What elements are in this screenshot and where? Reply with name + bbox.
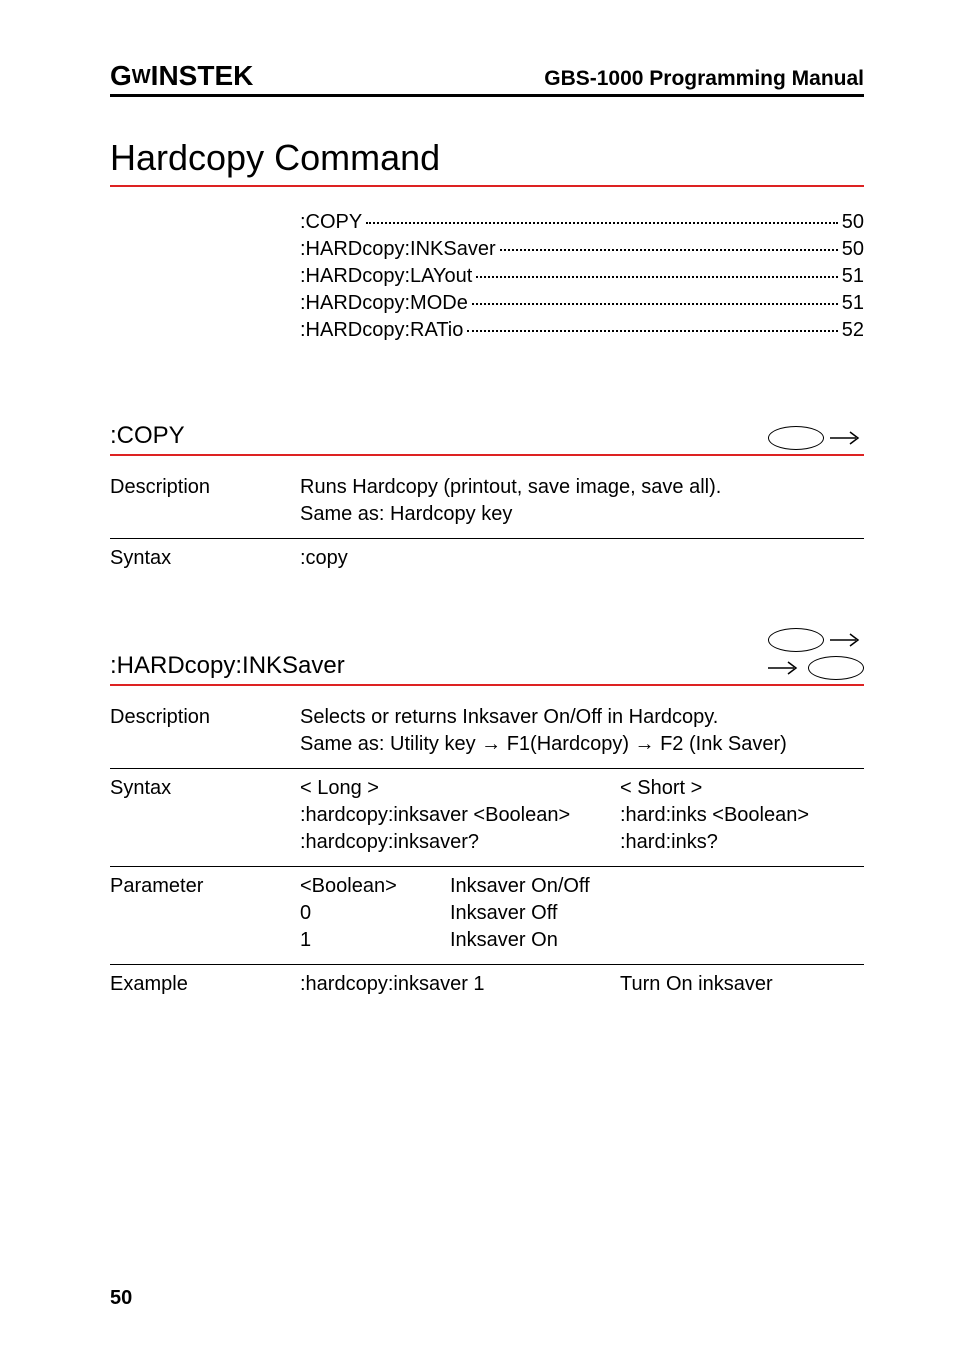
arrow-right-icon (830, 426, 864, 450)
table-of-contents: :COPY 50 :HARDcopy:INKSaver 50 :HARDcopy… (300, 211, 864, 342)
row-body: :hardcopy:inksaver 1 Turn On inksaver (300, 973, 864, 996)
row-label: Syntax (110, 547, 300, 570)
syntax-header-row: < Long > < Short > (300, 777, 864, 800)
command-header: :HARDcopy:INKSaver (110, 628, 864, 686)
command-copy: :COPY Description Runs Hardcopy (printou… (110, 422, 864, 578)
toc-label: :HARDcopy:INKSaver (300, 238, 496, 261)
toc-label: :HARDcopy:RATio (300, 319, 463, 342)
manual-title: GBS-1000 Programming Manual (544, 67, 864, 91)
param-line: 1 Inksaver On (300, 929, 864, 952)
param-val: Inksaver Off (450, 902, 864, 925)
desc-text: Selects or returns Inksaver On/Off in Ha… (300, 706, 864, 729)
toc-row: :HARDcopy:MODe 51 (300, 292, 864, 315)
arrow-right-icon (768, 656, 802, 680)
syntax-query-row: :hardcopy:inksaver? :hard:inks? (300, 831, 864, 854)
description-row: Description Runs Hardcopy (printout, sav… (110, 468, 864, 539)
page-number: 50 (110, 1287, 132, 1310)
brand-logo: GWINSTEK (110, 60, 253, 92)
desc-text: Same as: Hardcopy key (300, 503, 864, 526)
param-key: <Boolean> (300, 875, 450, 898)
row-body: Runs Hardcopy (printout, save image, sav… (300, 476, 864, 530)
toc-label: :COPY (300, 211, 362, 234)
toc-page: 51 (842, 265, 864, 288)
command-name: :HARDcopy:INKSaver (110, 652, 345, 680)
toc-page: 52 (842, 319, 864, 342)
row-label: Example (110, 973, 300, 996)
section-title: Hardcopy Command (110, 137, 864, 187)
toc-row: :HARDcopy:INKSaver 50 (300, 238, 864, 261)
long-header: < Long > (300, 777, 620, 800)
set-glyph (768, 426, 864, 450)
command-glyphs (768, 426, 864, 450)
row-body: < Long > < Short > :hardcopy:inksaver <B… (300, 777, 864, 858)
param-line: 0 Inksaver Off (300, 902, 864, 925)
oval-icon (768, 426, 824, 450)
row-body: :copy (300, 547, 864, 570)
example-cmd: :hardcopy:inksaver 1 (300, 973, 620, 996)
oval-icon (768, 628, 824, 652)
set-glyph (768, 628, 864, 652)
desc-text: Same as: Utility key → F1(Hardcopy) → F2… (300, 733, 864, 756)
parameter-row: Parameter <Boolean> Inksaver On/Off 0 In… (110, 867, 864, 965)
row-label: Parameter (110, 875, 300, 956)
logo-w: W (132, 66, 151, 88)
param-val: Inksaver On (450, 929, 864, 952)
row-label: Syntax (110, 777, 300, 858)
toc-page: 51 (842, 292, 864, 315)
toc-row: :COPY 50 (300, 211, 864, 234)
param-key: 1 (300, 929, 450, 952)
toc-label: :HARDcopy:LAYout (300, 265, 472, 288)
short-syntax: :hard:inks? (620, 831, 864, 854)
toc-dots (467, 330, 837, 332)
command-glyphs (768, 628, 864, 680)
page-header: GWINSTEK GBS-1000 Programming Manual (110, 60, 864, 97)
command-name: :COPY (110, 422, 185, 450)
command-inksaver: :HARDcopy:INKSaver Description Selects o… (110, 628, 864, 1004)
row-body: <Boolean> Inksaver On/Off 0 Inksaver Off… (300, 875, 864, 956)
example-row: Example :hardcopy:inksaver 1 Turn On ink… (110, 965, 864, 1004)
param-key: 0 (300, 902, 450, 925)
toc-dots (366, 222, 838, 224)
toc-row: :HARDcopy:RATio 52 (300, 319, 864, 342)
toc-dots (472, 303, 838, 305)
toc-label: :HARDcopy:MODe (300, 292, 468, 315)
long-syntax: :hardcopy:inksaver <Boolean> (300, 804, 620, 827)
example-line: :hardcopy:inksaver 1 Turn On inksaver (300, 973, 864, 996)
syntax-set-row: :hardcopy:inksaver <Boolean> :hard:inks … (300, 804, 864, 827)
syntax-row: Syntax < Long > < Short > :hardcopy:inks… (110, 769, 864, 867)
desc-text: Runs Hardcopy (printout, save image, sav… (300, 476, 864, 499)
row-label: Description (110, 706, 300, 760)
description-row: Description Selects or returns Inksaver … (110, 698, 864, 769)
logo-rest: INSTEK (151, 60, 254, 91)
syntax-row: Syntax :copy (110, 539, 864, 578)
arrow-right-icon (830, 628, 864, 652)
command-header: :COPY (110, 422, 864, 456)
oval-icon (808, 656, 864, 680)
short-header: < Short > (620, 777, 864, 800)
logo-g: G (110, 60, 132, 91)
row-body: Selects or returns Inksaver On/Off in Ha… (300, 706, 864, 760)
toc-dots (476, 276, 837, 278)
param-val: Inksaver On/Off (450, 875, 864, 898)
toc-page: 50 (842, 211, 864, 234)
toc-page: 50 (842, 238, 864, 261)
toc-row: :HARDcopy:LAYout 51 (300, 265, 864, 288)
row-label: Description (110, 476, 300, 530)
query-glyph (768, 656, 864, 680)
toc-dots (500, 249, 838, 251)
long-syntax: :hardcopy:inksaver? (300, 831, 620, 854)
example-result: Turn On inksaver (620, 973, 864, 996)
short-syntax: :hard:inks <Boolean> (620, 804, 864, 827)
param-line: <Boolean> Inksaver On/Off (300, 875, 864, 898)
